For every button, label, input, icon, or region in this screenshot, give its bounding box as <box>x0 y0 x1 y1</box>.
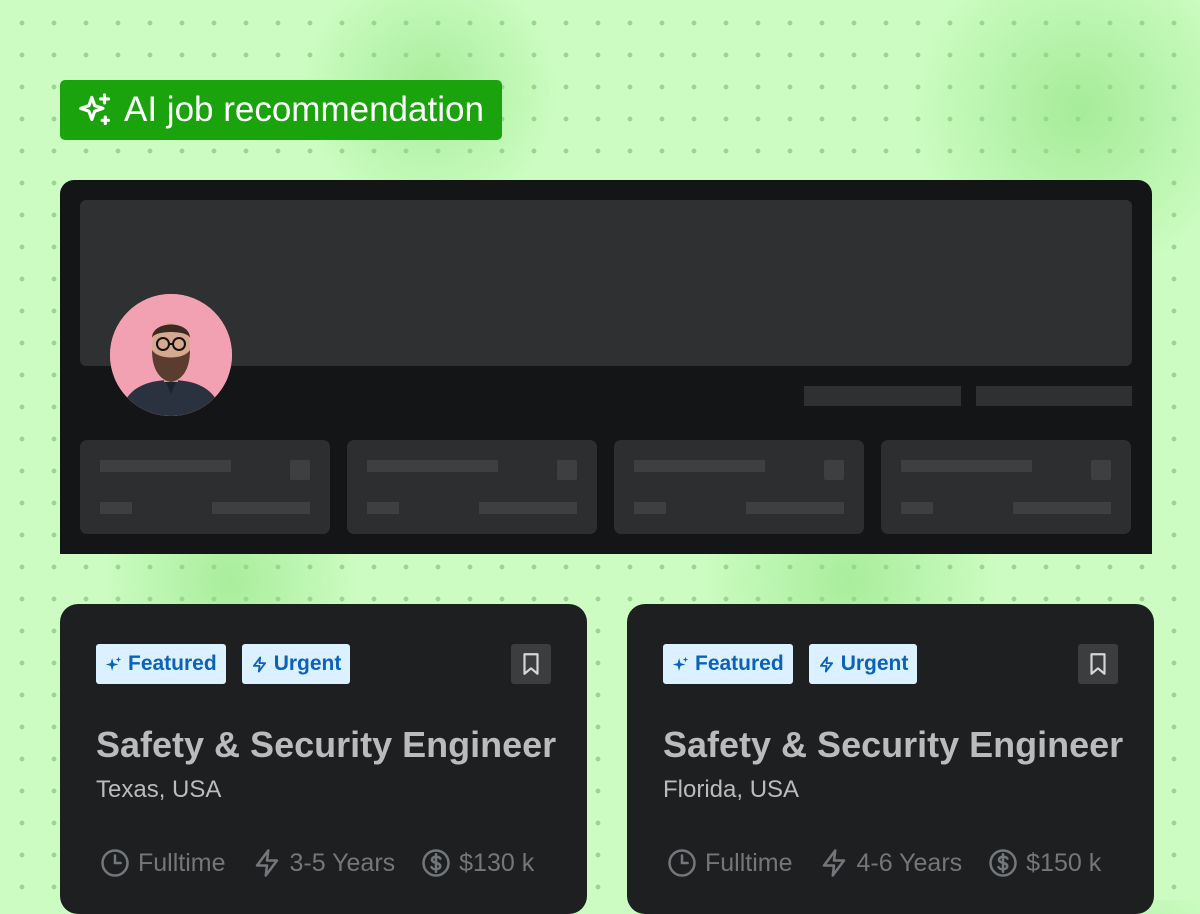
tag-label: Urgent <box>273 652 342 675</box>
job-tags: Featured Urgent <box>663 644 918 684</box>
bookmark-icon <box>523 653 539 675</box>
sparkle-icon <box>105 656 122 671</box>
urgent-tag: Urgent <box>808 644 918 684</box>
skeleton-line <box>976 386 1132 406</box>
job-card[interactable]: Featured Urgent Safety & Security Engine… <box>60 604 587 914</box>
lightning-icon <box>255 849 278 877</box>
job-tags: Featured Urgent <box>96 644 351 684</box>
dollar-circle-icon <box>422 849 450 877</box>
featured-tag: Featured <box>96 644 226 684</box>
stat-card-placeholder <box>614 440 864 534</box>
sparkles-icon <box>79 93 111 126</box>
experience-range: 4-6 Years <box>819 848 962 878</box>
salary: $150 k <box>988 848 1101 878</box>
featured-tag: Featured <box>663 644 793 684</box>
job-location: Texas, USA <box>96 776 222 803</box>
clock-icon <box>668 849 696 877</box>
stat-card-placeholder <box>347 440 597 534</box>
bookmark-button[interactable] <box>511 644 551 684</box>
stat-card-placeholder <box>881 440 1131 534</box>
ai-recommendation-badge: AI job recommendation <box>60 80 502 140</box>
experience-range: 3-5 Years <box>252 848 395 878</box>
cover-placeholder <box>80 200 1132 366</box>
salary: $130 k <box>421 848 534 878</box>
dollar-circle-icon <box>989 849 1017 877</box>
stat-card-placeholder <box>80 440 330 534</box>
lightning-icon <box>819 656 833 672</box>
employment-type: Fulltime <box>667 848 793 878</box>
job-card[interactable]: Featured Urgent Safety & Security Engine… <box>627 604 1154 914</box>
clock-icon <box>101 849 129 877</box>
badge-label: AI job recommendation <box>124 90 484 129</box>
job-meta: Fulltime 4-6 Years $150 k <box>667 848 1101 878</box>
lightning-icon <box>252 656 266 672</box>
job-location: Florida, USA <box>663 776 800 803</box>
tag-label: Urgent <box>840 652 909 675</box>
urgent-tag: Urgent <box>241 644 351 684</box>
employment-type: Fulltime <box>100 848 226 878</box>
avatar-photo <box>110 294 232 416</box>
profile-avatar[interactable] <box>110 294 232 416</box>
sparkle-icon <box>672 656 689 671</box>
skeleton-line <box>804 386 961 406</box>
tag-label: Featured <box>128 652 217 675</box>
bookmark-icon <box>1090 653 1106 675</box>
bookmark-button[interactable] <box>1078 644 1118 684</box>
job-title[interactable]: Safety & Security Engineer <box>96 724 556 766</box>
job-meta: Fulltime 3-5 Years $130 k <box>100 848 534 878</box>
job-title[interactable]: Safety & Security Engineer <box>663 724 1123 766</box>
lightning-icon <box>822 849 845 877</box>
tag-label: Featured <box>695 652 784 675</box>
profile-preview-panel <box>60 180 1152 554</box>
